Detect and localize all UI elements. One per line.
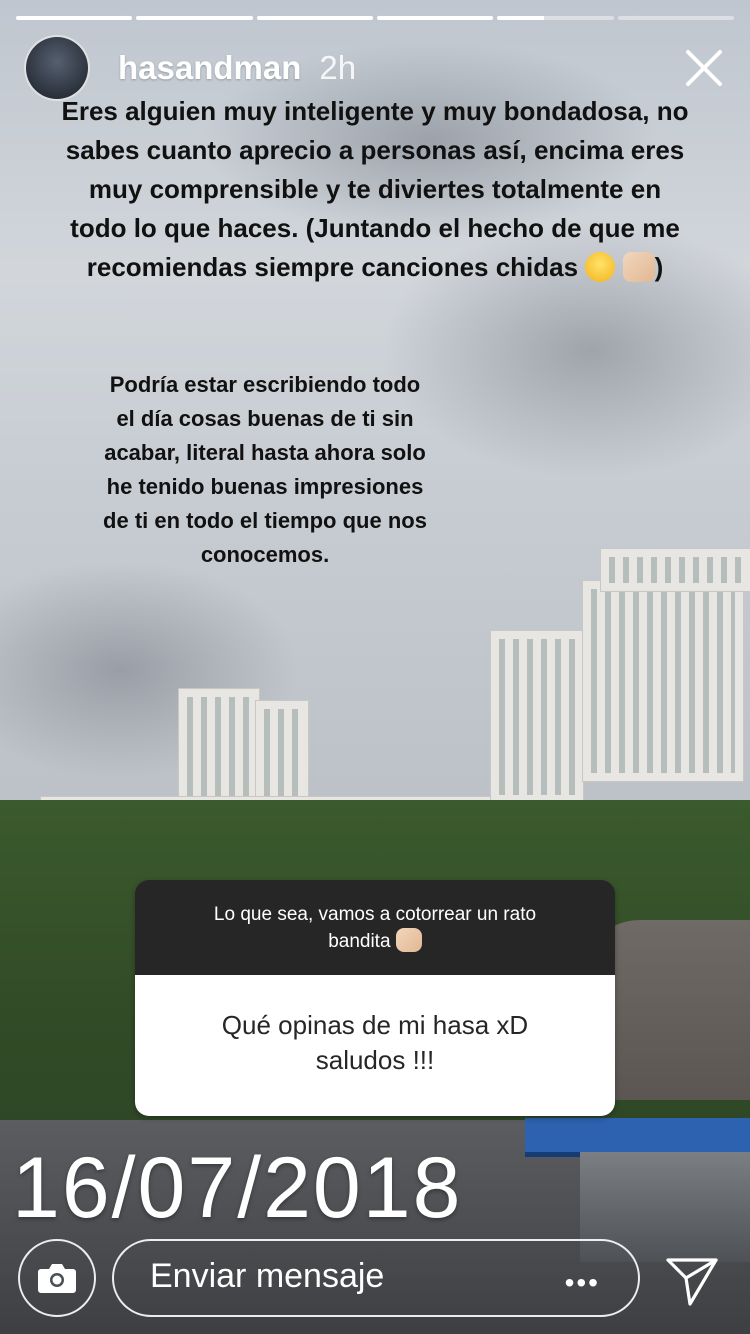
close-icon[interactable] bbox=[682, 46, 726, 90]
text-line: todo lo que haces. (Juntando el hecho de… bbox=[70, 213, 680, 243]
answer-line: Qué opinas de mi hasa xD bbox=[221, 1010, 529, 1040]
story-progress bbox=[16, 16, 734, 20]
story-viewer: hasandman 2h Eres alguien muy inteligent… bbox=[0, 0, 750, 1334]
text-line-content: recomiendas siempre canciones chidas bbox=[86, 252, 579, 282]
text-line: Eres alguien muy inteligente y muy bonda… bbox=[61, 96, 689, 126]
progress-segment bbox=[256, 16, 373, 20]
text-line: el día cosas buenas de ti sin bbox=[116, 406, 414, 431]
progress-segment bbox=[497, 16, 614, 20]
date-sticker: 16/07/2018 bbox=[12, 1140, 463, 1236]
progress-segment bbox=[136, 16, 253, 20]
building bbox=[600, 548, 750, 592]
laughing-emoji-icon bbox=[585, 252, 616, 282]
question-answer: Qué opinas de mi hasa xD saludos !!! bbox=[135, 975, 615, 1116]
question-prompt: Lo que sea, vamos a cotorrear un rato ba… bbox=[135, 880, 615, 975]
progress-segment bbox=[617, 16, 734, 20]
hand-emoji-icon bbox=[622, 252, 655, 282]
text-line: Podría estar escribiendo todo bbox=[109, 372, 421, 397]
text-line: de ti en todo el tiempo que nos bbox=[103, 508, 427, 533]
time-ago: 2h bbox=[319, 49, 357, 86]
text-line: he tenido buenas impresiones bbox=[106, 474, 424, 499]
building bbox=[490, 630, 584, 804]
story-header: hasandman 2h bbox=[24, 35, 726, 101]
prompt-line: Lo que sea, vamos a cotorrear un rato bbox=[213, 904, 537, 925]
question-sticker[interactable]: Lo que sea, vamos a cotorrear un rato ba… bbox=[135, 880, 615, 1116]
text-line: sabes cuanto aprecio a personas así, enc… bbox=[65, 135, 685, 165]
building bbox=[582, 580, 744, 782]
progress-segment bbox=[376, 16, 494, 20]
hand-emoji-icon bbox=[395, 928, 422, 952]
text-line: recomiendas siempre canciones chidas ) bbox=[24, 248, 726, 287]
message-placeholder: Enviar mensaje bbox=[150, 1257, 385, 1295]
story-text-secondary: Podría estar escribiendo todo el día cos… bbox=[70, 368, 460, 572]
send-icon[interactable] bbox=[664, 1252, 720, 1308]
text-line-end: ) bbox=[654, 252, 664, 282]
prompt-line: bandita bbox=[153, 928, 597, 955]
progress-segment bbox=[16, 16, 133, 20]
answer-line: saludos !!! bbox=[315, 1045, 435, 1075]
camera-button[interactable] bbox=[18, 1239, 96, 1317]
story-text-main: Eres alguien muy inteligente y muy bonda… bbox=[24, 92, 726, 287]
message-input[interactable]: Enviar mensaje ••• bbox=[112, 1239, 640, 1317]
text-line: muy comprensible y te diviertes totalmen… bbox=[88, 174, 662, 204]
more-options-icon[interactable]: ••• bbox=[565, 1267, 600, 1299]
prompt-line-content: bandita bbox=[328, 931, 391, 952]
username[interactable]: hasandman bbox=[118, 49, 301, 87]
camera-icon bbox=[38, 1264, 76, 1293]
text-line: acabar, literal hasta ahora solo bbox=[104, 440, 426, 465]
text-line: conocemos. bbox=[200, 542, 330, 567]
